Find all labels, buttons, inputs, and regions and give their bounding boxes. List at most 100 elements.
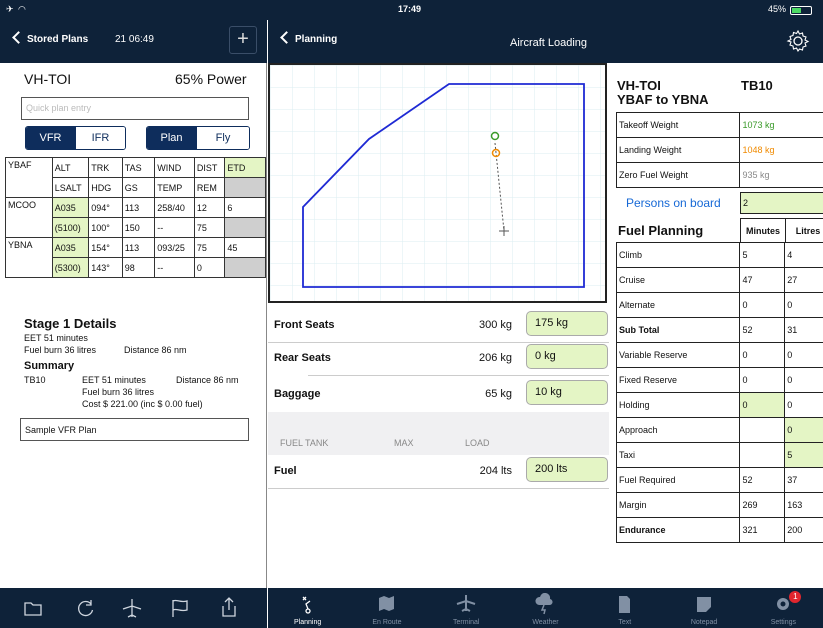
right-nav-bar: Planning Aircraft Loading	[268, 20, 823, 63]
back-chevron-icon	[12, 31, 25, 44]
fuel-row-label: Taxi	[615, 442, 741, 468]
plan-fly-segment: Plan Fly	[146, 126, 250, 150]
fuel-litres-cell: 0	[784, 367, 823, 393]
nav-cell: 100°	[88, 217, 123, 238]
fuel-minutes-cell: 269	[739, 492, 786, 518]
fuel-minutes-cell: 321	[739, 517, 786, 543]
nav-cell: DIST	[193, 157, 226, 178]
tab-label: Planning	[294, 619, 322, 626]
tab-planning[interactable]: Planning	[268, 588, 347, 628]
nav-log-table: YBAF ALT TRK TAS WIND DIST ETD LSALT HDG GS TEMP RE…	[5, 157, 266, 278]
airplane-icon[interactable]	[121, 597, 143, 619]
vfr-segment[interactable]: VFR	[26, 127, 75, 149]
fuel-row-label: Endurance	[615, 517, 741, 543]
fuel-litres-cell: 200	[784, 517, 823, 543]
planning-back-label: Planning	[295, 34, 338, 45]
fuel-litres-cell[interactable]: 5	[784, 442, 823, 468]
station-load-input[interactable]: 175 kg	[526, 311, 608, 336]
fuel-litres-cell: 0	[784, 342, 823, 368]
fuel-minutes-cell: 5	[739, 242, 786, 268]
tab-text[interactable]: Text	[585, 588, 664, 628]
persons-on-board-input[interactable]: 2	[740, 192, 823, 214]
tab-label: Terminal	[452, 619, 480, 626]
nav-cell: TRK	[88, 157, 123, 178]
fuel-max: 204 lts	[479, 465, 512, 477]
aircraft-registration: VH-TOI	[24, 71, 72, 87]
nav-leg-row[interactable]: YBNA A035 154° 113 093/25 75 45	[5, 237, 266, 278]
nav-cell	[224, 177, 266, 198]
fuel-row: Fixed Reserve 0 0	[615, 367, 823, 393]
weights-table: Takeoff Weight 1073 kg Landing Weight 1048 …	[615, 112, 823, 188]
fuel-minutes-cell: 52	[739, 467, 786, 493]
map-icon	[378, 596, 394, 611]
quick-plan-input[interactable]: Quick plan entry	[21, 97, 249, 120]
nav-cell: 113	[121, 197, 156, 218]
fuel-litres-cell[interactable]: 0	[784, 417, 823, 443]
remarks-field[interactable]: Sample VFR Plan	[20, 418, 249, 441]
planning-back-button[interactable]: Planning	[280, 31, 338, 45]
station-load-input[interactable]: 10 kg	[526, 380, 608, 405]
fuel-minutes-cell: 0	[739, 367, 786, 393]
litres-column-header: Litres	[785, 218, 823, 243]
fuel-row: Variable Reserve 0 0	[615, 342, 823, 368]
waypoint-cell[interactable]: YBAF	[5, 157, 53, 198]
fuel-minutes-cell: 52	[739, 317, 786, 343]
fuel-load-input[interactable]: 200 lts	[526, 457, 608, 482]
nav-cell: REM	[193, 177, 226, 198]
text-icon	[618, 596, 630, 613]
fuel-row-label: Climb	[615, 242, 741, 268]
plan-segment[interactable]: Plan	[147, 127, 197, 149]
load-station-row: Rear Seats 206 kg 0 kg	[274, 340, 609, 376]
station-load-input[interactable]: 0 kg	[526, 344, 608, 369]
folder-icon[interactable]	[24, 600, 42, 616]
ifr-segment[interactable]: IFR	[75, 127, 125, 149]
summary-fuel: Fuel burn 36 litres	[82, 387, 155, 397]
weight-row: Landing Weight 1048 kg	[615, 137, 823, 163]
nav-leg-row[interactable]: MCOO A035 094° 113 258/40 12 6	[5, 197, 266, 238]
main-tab-bar: Planning En Route Terminal Weather Text Notep…	[268, 588, 823, 628]
minutes-column-header: Minutes	[740, 218, 786, 243]
nav-cell: TEMP	[154, 177, 195, 198]
gear-icon[interactable]	[786, 29, 810, 53]
refresh-icon[interactable]	[76, 598, 96, 618]
summary-title: Summary	[24, 360, 75, 372]
nav-leg-row[interactable]: YBAF ALT TRK TAS WIND DIST ETD	[5, 157, 266, 198]
tab-weather[interactable]: Weather	[506, 588, 585, 628]
weight-label: Takeoff Weight	[615, 112, 741, 138]
nav-cell: 45	[224, 237, 266, 258]
fuel-minutes-cell[interactable]: 0	[739, 392, 786, 418]
nav-cell: LSALT	[51, 177, 90, 198]
fuel-row-label: Approach	[615, 417, 741, 443]
fly-segment[interactable]: Fly	[196, 127, 249, 149]
nav-cell: 093/25	[154, 237, 195, 258]
nav-cell: GS	[121, 177, 156, 198]
fuel-row-label: Sub Total	[615, 317, 741, 343]
waypoint-cell[interactable]: YBNA	[5, 237, 53, 278]
plane-icon	[456, 595, 476, 612]
tab-en-route[interactable]: En Route	[347, 588, 426, 628]
cg-envelope-svg	[270, 65, 605, 301]
tab-notepad[interactable]: Notepad	[664, 588, 743, 628]
status-bar: ✈ ︎ ◠ 17:49 45%	[0, 0, 823, 20]
tab-settings[interactable]: 1 Settings	[744, 588, 823, 628]
weight-label: Landing Weight	[615, 137, 741, 163]
nav-cell: 094°	[88, 197, 123, 218]
add-plan-button[interactable]: +	[229, 26, 257, 54]
wb-route: YBAF to YBNA	[617, 92, 709, 107]
waypoint-cell[interactable]: MCOO	[5, 197, 53, 238]
weight-row: Takeoff Weight 1073 kg	[615, 112, 823, 138]
nav-cell: 12	[193, 197, 226, 218]
flight-rules-segment: VFR IFR	[25, 126, 126, 150]
stored-plans-button[interactable]: Stored Plans	[12, 31, 88, 45]
screen-title: Aircraft Loading	[510, 37, 588, 49]
flag-icon[interactable]	[170, 598, 190, 618]
tab-terminal[interactable]: Terminal	[427, 588, 506, 628]
notification-badge: 1	[789, 591, 802, 603]
fuel-minutes-cell: 0	[739, 292, 786, 318]
share-icon[interactable]	[220, 596, 238, 618]
weight-value: 935 kg	[739, 162, 823, 188]
stage-title: Stage 1 Details	[24, 316, 117, 331]
power-setting: 65% Power	[175, 71, 247, 87]
nav-cell	[224, 217, 266, 238]
stage-eet: EET 51 minutes	[24, 333, 88, 343]
